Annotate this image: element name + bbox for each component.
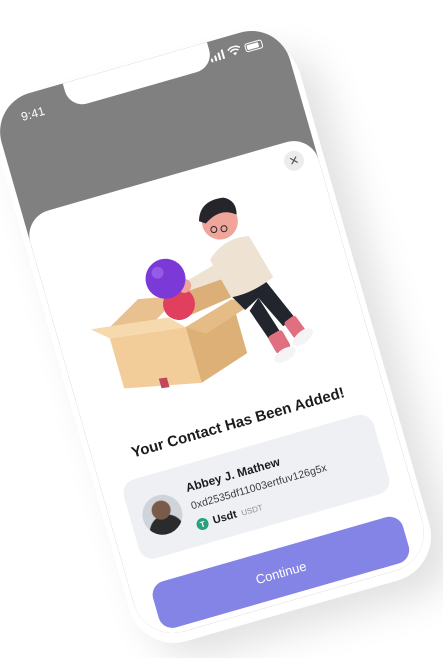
unboxing-illustration bbox=[90, 197, 313, 389]
asset-name: Usdt bbox=[211, 508, 239, 527]
battery-icon bbox=[243, 38, 264, 53]
signal-icon bbox=[209, 49, 226, 63]
continue-button-label: Continue bbox=[253, 557, 308, 587]
phone-notch bbox=[62, 42, 215, 109]
status-time: 9:41 bbox=[19, 103, 47, 124]
contact-added-sheet: ✕ Your Contact Has Been Added! Abbey J. … bbox=[23, 134, 434, 643]
avatar bbox=[137, 489, 188, 540]
status-icons bbox=[209, 38, 264, 63]
asset-ticker: USDT bbox=[240, 502, 264, 518]
tether-icon: T bbox=[195, 516, 210, 532]
wifi-icon bbox=[227, 45, 241, 56]
phone-mockup: 9:41 ✕ Your Contact Has Been Added! Abbe… bbox=[0, 21, 442, 654]
